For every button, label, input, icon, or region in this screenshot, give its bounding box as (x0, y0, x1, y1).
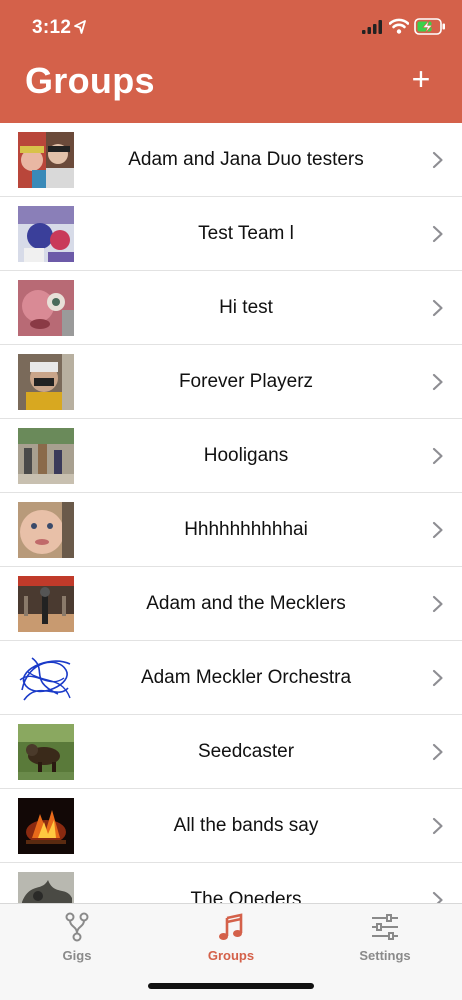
chevron-right-icon (432, 891, 443, 903)
group-name: The Oneders (190, 889, 302, 903)
home-indicator (148, 983, 314, 989)
chevron-right-icon (432, 447, 443, 465)
add-group-button[interactable]: + (404, 62, 438, 96)
fork-icon (65, 912, 89, 942)
battery-charging-icon (414, 18, 445, 35)
group-name: Test Team l (198, 223, 294, 244)
group-row[interactable]: Test Team l (0, 197, 462, 271)
cellular-signal-icon (362, 20, 382, 34)
group-thumbnail (18, 280, 74, 336)
page-title: Groups (25, 60, 155, 101)
group-row[interactable]: Seedcaster (0, 715, 462, 789)
tab-groups[interactable]: Groups (171, 912, 291, 972)
group-row[interactable]: Hi test (0, 271, 462, 345)
group-row[interactable]: Hhhhhhhhhhai (0, 493, 462, 567)
group-row[interactable]: Adam Meckler Orchestra (0, 641, 462, 715)
group-thumbnail (18, 650, 74, 706)
status-time: 3:12 (32, 17, 72, 38)
group-row[interactable]: All the bands say (0, 789, 462, 863)
group-name: Adam and the Mecklers (146, 593, 346, 614)
tab-settings-label: Settings (359, 948, 411, 963)
group-name: Forever Playerz (178, 371, 314, 392)
group-name: All the bands say (173, 815, 319, 836)
chevron-right-icon (432, 151, 443, 169)
tab-settings[interactable]: Settings (325, 912, 445, 972)
groups-list: Adam and Jana Duo testers Test Team l Hi (0, 123, 462, 903)
nav-header: 3:12 Groups + (0, 0, 462, 123)
group-name: Adam and Jana Duo testers (128, 149, 364, 170)
tab-gigs-label: Gigs (62, 948, 92, 963)
group-thumbnail (18, 354, 74, 410)
chevron-right-icon (432, 225, 443, 243)
chevron-right-icon (432, 669, 443, 687)
group-row[interactable]: Adam and Jana Duo testers (0, 123, 462, 197)
group-thumbnail (18, 502, 74, 558)
tab-groups-label: Groups (207, 948, 255, 963)
group-thumbnail (18, 428, 74, 484)
group-thumbnail (18, 872, 74, 903)
group-name: Hhhhhhhhhhai (184, 519, 308, 540)
group-row[interactable]: The Oneders (0, 863, 462, 903)
group-thumbnail (18, 576, 74, 632)
group-thumbnail (18, 132, 74, 188)
chevron-right-icon (432, 521, 443, 539)
group-thumbnail (18, 206, 74, 262)
chevron-right-icon (432, 373, 443, 391)
sliders-icon (372, 914, 398, 940)
group-row[interactable]: Hooligans (0, 419, 462, 493)
wifi-icon (389, 18, 409, 34)
group-thumbnail (18, 724, 74, 780)
group-name: Hooligans (203, 445, 289, 466)
chevron-right-icon (432, 743, 443, 761)
chevron-right-icon (432, 299, 443, 317)
chevron-right-icon (432, 817, 443, 835)
group-name: Adam Meckler Orchestra (140, 667, 352, 688)
chevron-right-icon (432, 595, 443, 613)
group-row[interactable]: Forever Playerz (0, 345, 462, 419)
music-note-icon (219, 913, 243, 940)
group-thumbnail (18, 798, 74, 854)
location-arrow-icon (74, 20, 86, 34)
group-row[interactable]: Adam and the Mecklers (0, 567, 462, 641)
group-name: Hi test (219, 297, 273, 318)
tab-gigs[interactable]: Gigs (17, 912, 137, 972)
status-bar: 3:12 (0, 0, 462, 50)
group-name: Seedcaster (197, 741, 295, 762)
